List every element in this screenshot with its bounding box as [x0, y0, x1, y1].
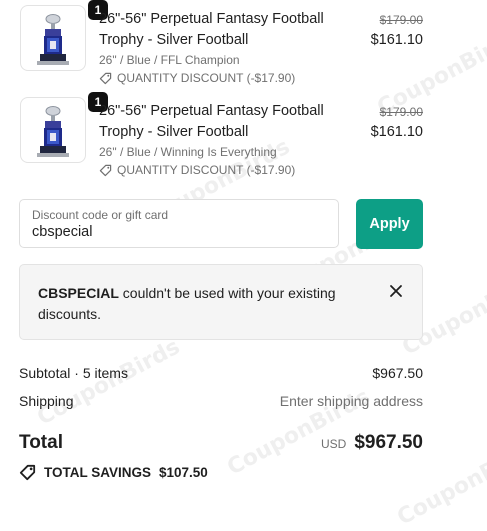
total-label: Total — [19, 432, 63, 453]
product-thumbnail — [20, 97, 86, 163]
product-thumbnail — [20, 5, 86, 71]
product-name: 26"-56" Perpetual Fantasy Football Troph… — [99, 103, 324, 140]
discount-error-alert: CBSPECIAL couldn't be used with your exi… — [19, 264, 423, 340]
discount-line: QUANTITY DISCOUNT (-$17.90) — [99, 163, 295, 177]
close-icon[interactable] — [388, 283, 404, 299]
price: $161.10 — [370, 124, 423, 140]
discount-line: QUANTITY DISCOUNT (-$17.90) — [99, 71, 295, 85]
original-price: $179.00 — [379, 13, 423, 27]
currency-code: USD — [320, 437, 347, 451]
alert-code: CBSPECIAL — [38, 285, 119, 301]
shipping-label: Shipping — [19, 393, 74, 409]
savings-label: TOTAL SAVINGS — [44, 465, 152, 480]
total-amount-group: USD $967.50 — [321, 432, 423, 454]
trophy-image — [37, 14, 69, 65]
watermark: CouponBirds — [33, 334, 185, 431]
savings-value: $107.50 — [159, 465, 208, 480]
subtotal-row: Subtotal · 5 items $967.50 — [19, 365, 423, 381]
shipping-value: Enter shipping address — [279, 393, 423, 409]
tag-icon — [99, 164, 112, 176]
discount-code-label: Discount code or gift card — [32, 208, 169, 222]
discount-text: QUANTITY DISCOUNT (-$17.90) — [117, 71, 296, 85]
subtotal-label: Subtotal · 5 items — [19, 365, 128, 381]
total-amount: $967.50 — [354, 432, 423, 453]
tag-icon — [19, 464, 36, 481]
discount-code-field[interactable]: Discount code or gift card cbspecial — [19, 199, 339, 248]
shipping-row: Shipping Enter shipping address — [19, 393, 423, 409]
tag-icon — [99, 72, 112, 84]
discount-text: QUANTITY DISCOUNT (-$17.90) — [117, 163, 296, 177]
original-price: $179.00 — [379, 105, 423, 119]
apply-button[interactable]: Apply — [356, 199, 423, 249]
total-savings: TOTAL SAVINGS $107.50 — [19, 464, 208, 481]
product-name: 26"-56" Perpetual Fantasy Football Troph… — [99, 11, 324, 48]
product-variant: 26" / Blue / Winning Is Everything — [99, 145, 277, 159]
line-item: 1 26"-56" Perpetual Fantasy Football Tro… — [19, 92, 423, 177]
alert-message: CBSPECIAL couldn't be used with your exi… — [38, 283, 358, 325]
price: $161.10 — [370, 32, 423, 48]
subtotal-value: $967.50 — [372, 365, 423, 381]
discount-code-input[interactable]: cbspecial — [32, 224, 92, 240]
product-variant: 26" / Blue / FFL Champion — [99, 53, 240, 67]
line-item: 1 26"-56" Perpetual Fantasy Football Tro… — [19, 0, 423, 85]
trophy-image — [37, 106, 69, 157]
